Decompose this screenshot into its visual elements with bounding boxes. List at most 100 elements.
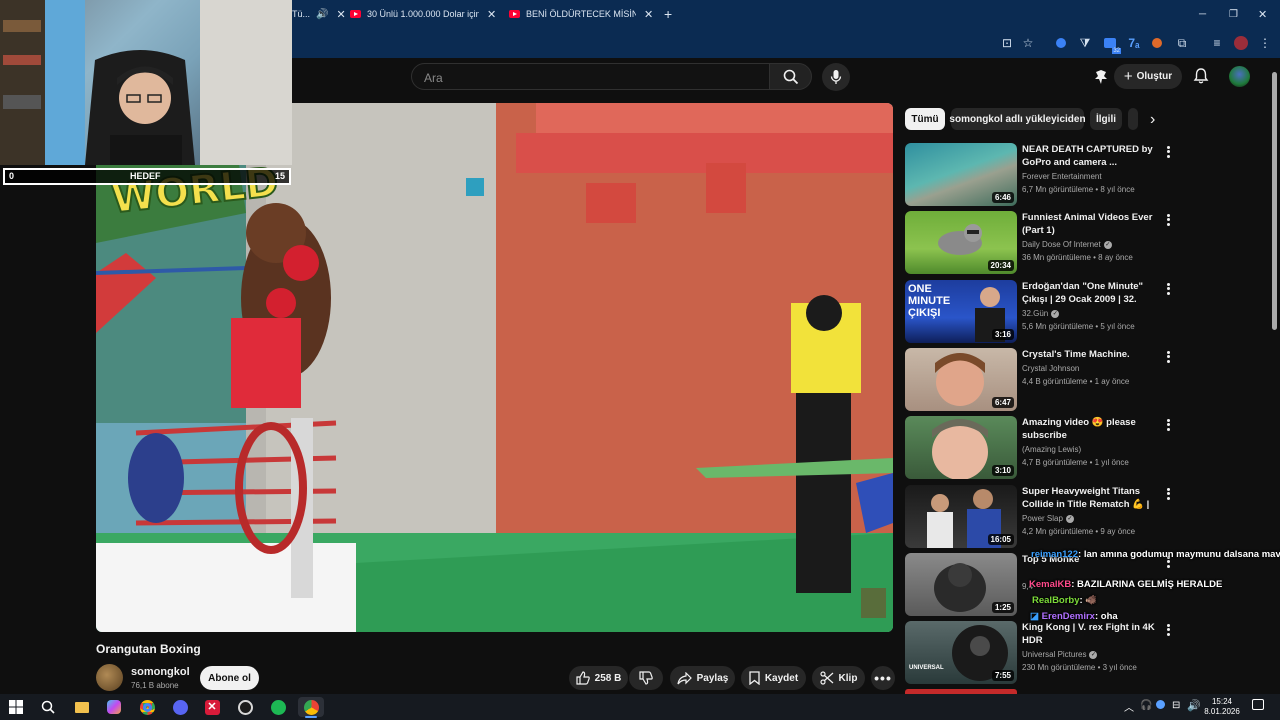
channel-avatar[interactable] [96, 664, 123, 691]
like-button[interactable]: 258 B [569, 666, 628, 690]
scrollbar-thumb[interactable] [1272, 72, 1277, 330]
headset-icon[interactable]: 🎧 [1140, 700, 1152, 711]
close-tab-icon[interactable]: ✕ [487, 8, 496, 21]
subscribe-button[interactable]: Abone ol [200, 666, 259, 690]
video-thumbnail[interactable]: 6:46 [905, 143, 1017, 206]
save-button[interactable]: Kaydet [741, 666, 806, 690]
bookmark-star-icon[interactable]: ☆ [1019, 34, 1037, 52]
search-icon[interactable] [38, 697, 58, 717]
install-app-icon[interactable]: ⊡ [998, 34, 1016, 52]
notifications-bell-icon[interactable] [1192, 67, 1210, 85]
translate-extension-icon[interactable]: 7ₐ [1125, 34, 1143, 52]
video-thumbnail[interactable]: 3:10 [905, 416, 1017, 479]
channel-name[interactable]: somongkol [131, 666, 190, 678]
extension-icon[interactable] [1148, 34, 1166, 52]
voice-search-button[interactable] [822, 63, 850, 91]
recommendation-item[interactable]: 20:34 Funniest Animal Videos Ever (Part … [905, 211, 1175, 275]
recommendation-item[interactable]: 16:05 Super Heavyweight Titans Collide i… [905, 485, 1175, 549]
dislike-button[interactable] [629, 666, 663, 690]
recommendation-title[interactable]: Funniest Animal Videos Ever (Part 1) [1022, 211, 1158, 237]
recommendation-item[interactable]: 6:46 NEAR DEATH CAPTURED by GoPro and ca… [905, 143, 1175, 207]
clip-button[interactable]: Klip [812, 666, 865, 690]
more-actions-button[interactable]: ••• [871, 666, 895, 690]
app-icon[interactable] [235, 697, 255, 717]
more-options-icon[interactable] [1164, 487, 1172, 501]
chip-from-uploader[interactable]: somongkol adlı yükleyiciden [949, 108, 1086, 130]
chip-related[interactable]: İlgili [1090, 108, 1122, 130]
minimize-button[interactable]: ─ [1199, 4, 1206, 24]
chrome-icon[interactable] [137, 697, 157, 717]
tray-app-icon[interactable] [1156, 700, 1165, 709]
close-tab-icon[interactable]: ✕ [644, 8, 653, 21]
windows-start-icon[interactable] [6, 697, 26, 717]
recommendation-channel[interactable]: Daily Dose Of Internet ✓ [1022, 240, 1112, 249]
tab-title: BENİ ÖLDÜRTECEK MİSİN! Türk [526, 9, 636, 19]
recommendation-item[interactable]: 3:10 Amazing video 😍 please subscribe (A… [905, 416, 1175, 480]
recommendation-channel[interactable]: Crystal Johnson [1022, 364, 1079, 373]
file-explorer-icon[interactable] [72, 697, 92, 717]
spotify-icon[interactable] [268, 697, 288, 717]
chip-partial[interactable] [1128, 108, 1138, 130]
video-thumbnail[interactable]: 1:25 [905, 553, 1017, 616]
recommendation-title[interactable]: Erdoğan'dan "One Minute" Çıkışı | 29 Oca… [1022, 280, 1158, 307]
more-options-icon[interactable] [1164, 418, 1172, 432]
recommendation-channel[interactable]: Universal Pictures ✓ [1022, 650, 1098, 659]
copilot-icon[interactable] [104, 697, 124, 717]
video-thumbnail[interactable]: 16:05 [905, 485, 1017, 548]
more-options-icon[interactable] [1164, 623, 1172, 637]
notification-center-icon[interactable] [1252, 699, 1264, 710]
browser-tab[interactable]: 30 Ünlü 1.000.000 Dolar için Ya ✕ [350, 4, 500, 24]
extension-badge-icon[interactable]: 32 [1101, 34, 1121, 54]
share-button[interactable]: Paylaş [670, 666, 735, 690]
restore-button[interactable]: ❐ [1229, 4, 1238, 24]
cast-icon[interactable] [1092, 68, 1110, 86]
create-button[interactable]: + Oluştur [1114, 64, 1182, 89]
chip-all[interactable]: Tümü [905, 108, 945, 130]
goal-label: HEDEF [130, 171, 161, 181]
recommendation-title[interactable]: NEAR DEATH CAPTURED by GoPro and camera … [1022, 143, 1158, 169]
close-tab-icon[interactable]: ✕ [336, 8, 345, 21]
browser-tab-active[interactable]: Tü... 🔊 ✕ [292, 4, 346, 24]
app-x-icon[interactable]: ✕ [202, 697, 222, 717]
extension-icon[interactable] [1052, 34, 1070, 52]
recommendation-item[interactable]: ONE MINUTE ÇIKIŞI 3:16 Erdoğan'dan "One … [905, 280, 1175, 344]
search-input[interactable]: Ara [411, 63, 770, 90]
reading-list-icon[interactable]: ≡ [1208, 34, 1226, 52]
system-clock[interactable]: 15:24 8.01.2026 [1204, 697, 1240, 717]
new-tab-button[interactable]: + [664, 4, 672, 24]
extension-icon[interactable]: ⧩ [1076, 34, 1094, 52]
more-options-icon[interactable] [1164, 145, 1172, 159]
recommendation-item[interactable]: UNIVERSAL 7:55 King Kong | V. rex Fight … [905, 621, 1175, 685]
more-options-icon[interactable] [1164, 282, 1172, 296]
recommendation-title[interactable]: King Kong | V. rex Fight in 4K HDR [1022, 621, 1158, 647]
video-thumbnail[interactable]: ONE MINUTE ÇIKIŞI 3:16 [905, 280, 1017, 343]
account-avatar[interactable] [1229, 66, 1250, 87]
volume-icon[interactable]: 🔊 [1187, 699, 1201, 712]
chevron-up-icon[interactable]: ︿ [1124, 699, 1134, 714]
profile-avatar[interactable] [1232, 34, 1250, 52]
recommendation-title[interactable]: Amazing video 😍 please subscribe [1022, 416, 1158, 442]
clock-time: 15:24 [1211, 697, 1233, 706]
video-thumbnail[interactable]: UNIVERSAL 7:55 [905, 621, 1017, 684]
recommendation-title[interactable]: Crystal's Time Machine. [1022, 348, 1158, 361]
recommendation-title[interactable]: Super Heavyweight Titans Collide in Titl… [1022, 485, 1158, 512]
browser-tab[interactable]: BENİ ÖLDÜRTECEK MİSİN! Türk ✕ [509, 4, 659, 24]
video-thumbnail[interactable]: 6:47 [905, 348, 1017, 411]
puzzle-extensions-icon[interactable]: ⧉ [1173, 34, 1191, 52]
recommendation-item[interactable]: 6:47 Crystal's Time Machine. Crystal Joh… [905, 348, 1175, 412]
network-icon[interactable]: ⊟ [1172, 700, 1180, 711]
recommendation-channel[interactable]: Forever Entertainment [1022, 172, 1102, 181]
more-options-icon[interactable] [1164, 350, 1172, 364]
recommendation-channel[interactable]: 32.Gün ✓ [1022, 309, 1060, 318]
recommendation-channel[interactable]: Power Slap ✓ [1022, 514, 1074, 523]
video-thumbnail[interactable]: 20:34 [905, 211, 1017, 274]
close-window-button[interactable]: ✕ [1258, 4, 1267, 24]
chevron-right-icon[interactable]: › [1150, 111, 1155, 129]
chrome-active-icon[interactable] [298, 697, 324, 717]
discord-icon[interactable] [170, 697, 190, 717]
recommendation-channel[interactable]: (Amazing Lewis) [1022, 445, 1081, 454]
browser-menu-icon[interactable]: ⋮ [1256, 34, 1274, 52]
subscriber-count: 76,1 B abone [131, 681, 179, 690]
more-options-icon[interactable] [1164, 213, 1172, 227]
search-button[interactable] [769, 63, 812, 90]
